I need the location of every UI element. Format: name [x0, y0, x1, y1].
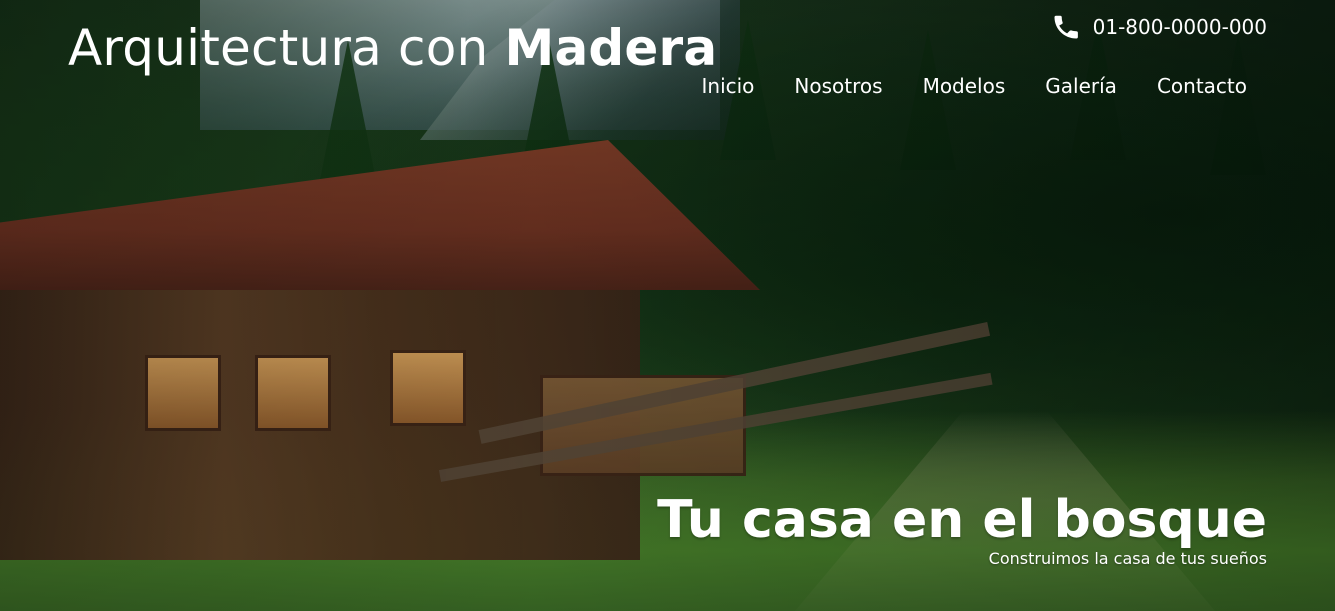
- phone-contact[interactable]: 01-800-0000-000: [1051, 12, 1267, 42]
- nav-link-inicio[interactable]: Inicio: [702, 72, 755, 100]
- main-navigation: Inicio Nosotros Modelos Galería Contacto: [702, 72, 1248, 100]
- hero-text: Tu casa en el bosque Construimos la casa…: [657, 491, 1267, 569]
- brand-bold-text: Madera: [504, 19, 718, 77]
- phone-number[interactable]: 01-800-0000-000: [1093, 12, 1267, 42]
- brand-light-text: Arquitectura con: [68, 19, 489, 77]
- nav-link-contacto[interactable]: Contacto: [1157, 72, 1247, 100]
- nav-link-modelos[interactable]: Modelos: [923, 72, 1006, 100]
- hero-subtitle: Construimos la casa de tus sueños: [988, 549, 1267, 568]
- phone-icon: [1051, 12, 1081, 42]
- site-logo[interactable]: Arquitectura con Madera: [68, 18, 717, 78]
- nav-link-nosotros[interactable]: Nosotros: [794, 72, 882, 100]
- hero-title: Tu casa en el bosque: [657, 490, 1267, 550]
- nav-link-galeria[interactable]: Galería: [1045, 72, 1117, 100]
- hero-banner: Arquitectura con Madera 01-800-0000-000 …: [0, 0, 1335, 611]
